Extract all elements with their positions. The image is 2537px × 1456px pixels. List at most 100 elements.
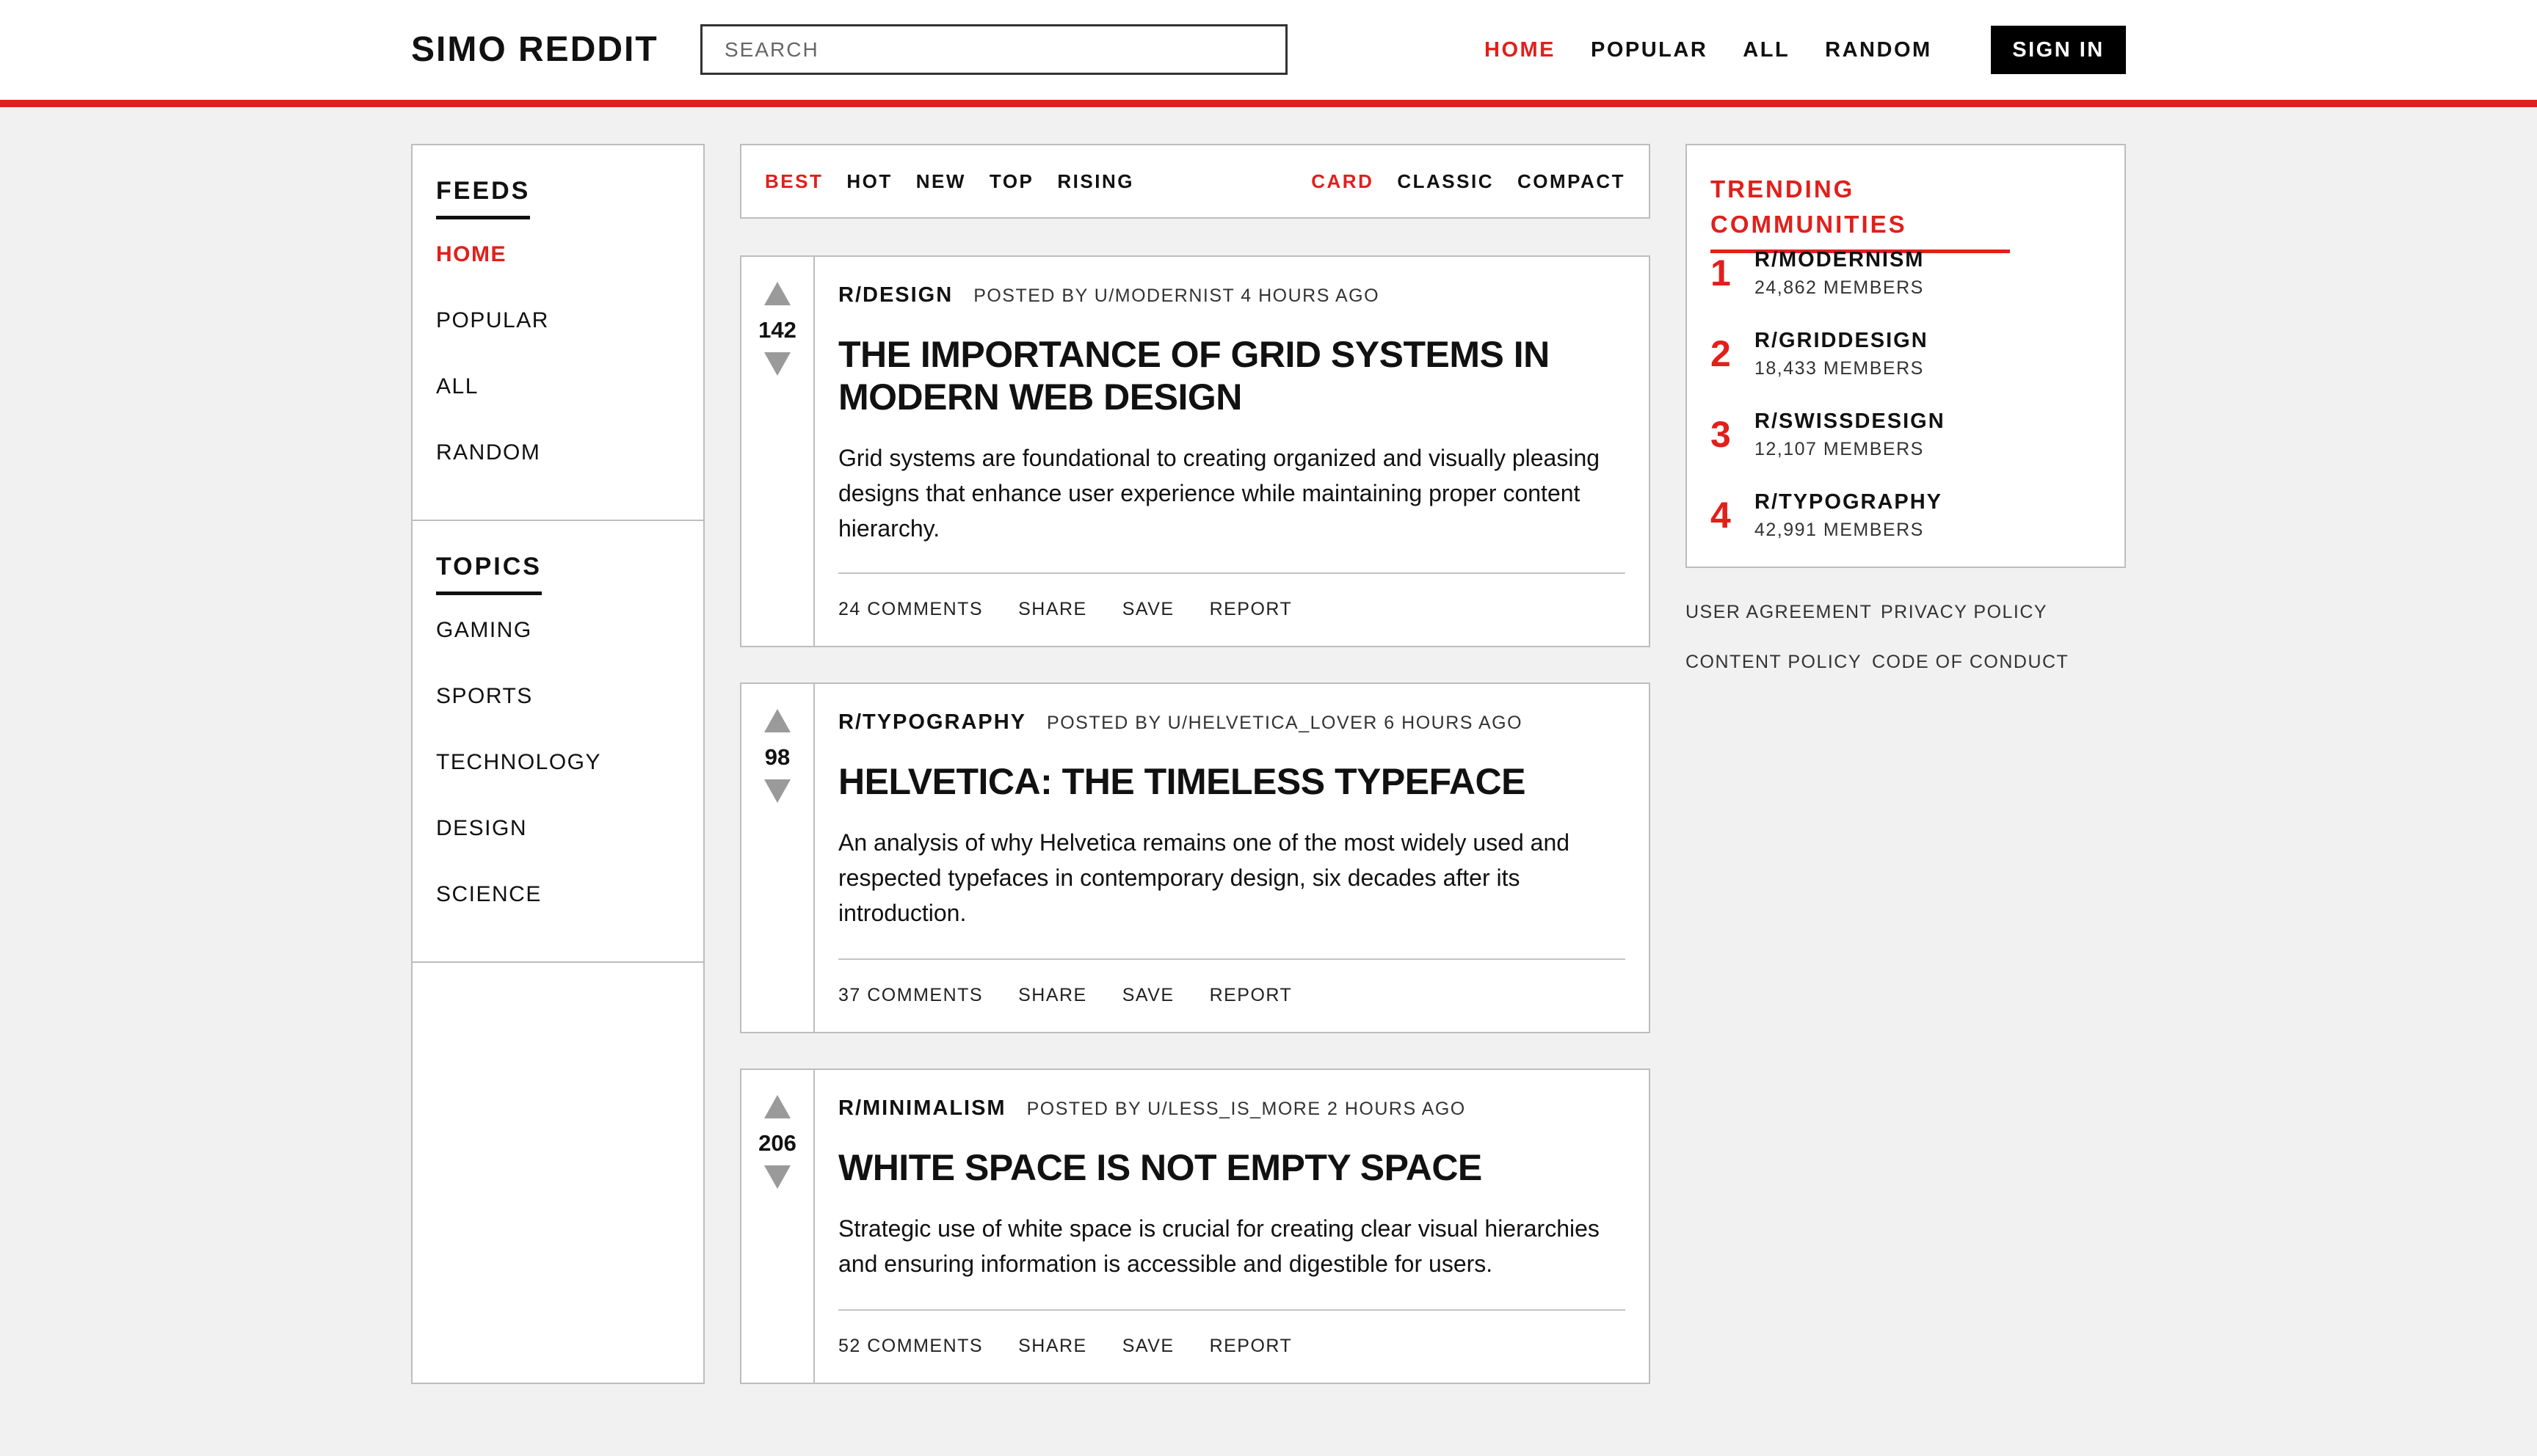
post-body: R/TYPOGRAPHY POSTED BY U/HELVETICA_LOVER… xyxy=(838,684,1625,931)
sort-top[interactable]: TOP xyxy=(990,170,1034,193)
save-link[interactable]: SAVE xyxy=(1122,985,1175,1006)
trending-community-name[interactable]: R/GRIDDESIGN xyxy=(1754,326,1928,355)
downvote-arrow-icon[interactable] xyxy=(764,352,791,376)
footer-link-content-policy[interactable]: CONTENT POLICY xyxy=(1685,652,1862,673)
trending-rank: 1 xyxy=(1710,252,1731,294)
nav-all[interactable]: ALL xyxy=(1743,35,1790,65)
share-link[interactable]: SHARE xyxy=(1018,599,1087,620)
topics-section: TOPICS GAMING SPORTS TECHNOLOGY DESIGN S… xyxy=(413,521,703,963)
post-title[interactable]: THE IMPORTANCE OF GRID SYSTEMS IN MODERN… xyxy=(838,333,1625,418)
trending-rank: 4 xyxy=(1710,495,1731,536)
trending-member-count: 24,862 MEMBERS xyxy=(1754,277,1924,298)
post-card[interactable]: 142 R/DESIGN POSTED BY U/MODERNIST 4 HOU… xyxy=(740,255,1650,647)
vote-score: 206 xyxy=(758,1130,796,1156)
trending-community-name[interactable]: R/SWISSDESIGN xyxy=(1754,407,1945,436)
topics-heading: TOPICS xyxy=(436,550,542,595)
downvote-arrow-icon[interactable] xyxy=(764,779,791,803)
sidebar-item-design[interactable]: DESIGN xyxy=(436,814,703,880)
top-nav: HOME POPULAR ALL RANDOM xyxy=(1484,35,1932,65)
topics-list: GAMING SPORTS TECHNOLOGY DESIGN SCIENCE xyxy=(413,595,703,964)
sign-in-button[interactable]: SIGN IN xyxy=(1991,26,2126,74)
sort-best[interactable]: BEST xyxy=(765,170,823,193)
sidebar-item-popular[interactable]: POPULAR xyxy=(436,306,703,372)
trending-communities-panel: TRENDING COMMUNITIES 1 R/MODERNISM 24,86… xyxy=(1685,144,2126,568)
sort-hot[interactable]: HOT xyxy=(846,170,892,193)
nav-home[interactable]: HOME xyxy=(1484,35,1556,65)
top-header: SIMO REDDIT HOME POPULAR ALL RANDOM SIGN… xyxy=(0,0,2537,107)
save-link[interactable]: SAVE xyxy=(1122,1336,1175,1357)
share-link[interactable]: SHARE xyxy=(1018,985,1087,1006)
comments-link[interactable]: 52 COMMENTS xyxy=(838,1336,983,1357)
feeds-heading: FEEDS xyxy=(436,175,531,219)
post-actions: 37 COMMENTS SHARE SAVE REPORT xyxy=(838,958,1625,1006)
search-input[interactable] xyxy=(700,24,1288,75)
post-meta: R/MINIMALISM POSTED BY U/LESS_IS_MORE 2 … xyxy=(838,1096,1625,1126)
vote-column: 206 xyxy=(741,1070,815,1383)
save-link[interactable]: SAVE xyxy=(1122,599,1175,620)
nav-random[interactable]: RANDOM xyxy=(1825,35,1932,65)
upvote-arrow-icon[interactable] xyxy=(764,282,791,305)
vote-column: 98 xyxy=(741,684,815,1032)
feeds-section: FEEDS HOME POPULAR ALL RANDOM xyxy=(413,145,703,521)
trending-rank: 2 xyxy=(1710,333,1731,374)
post-author-time: POSTED BY U/LESS_IS_MORE 2 HOURS AGO xyxy=(1026,1099,1466,1119)
trending-rank: 3 xyxy=(1710,414,1731,455)
comments-link[interactable]: 37 COMMENTS xyxy=(838,985,983,1006)
trending-community-name[interactable]: R/MODERNISM xyxy=(1754,245,1924,274)
post-meta: R/TYPOGRAPHY POSTED BY U/HELVETICA_LOVER… xyxy=(838,710,1625,740)
sort-new[interactable]: NEW xyxy=(916,170,966,193)
trending-member-count: 18,433 MEMBERS xyxy=(1754,358,1924,379)
feeds-list: HOME POPULAR ALL RANDOM xyxy=(413,219,703,522)
footer-link-code-of-conduct[interactable]: CODE OF CONDUCT xyxy=(1872,652,2069,673)
vote-score: 98 xyxy=(764,744,791,770)
sidebar-item-science[interactable]: SCIENCE xyxy=(436,880,703,946)
post-body: R/DESIGN POSTED BY U/MODERNIST 4 HOURS A… xyxy=(838,257,1625,546)
post-meta: R/DESIGN POSTED BY U/MODERNIST 4 HOURS A… xyxy=(838,283,1625,313)
post-actions: 24 COMMENTS SHARE SAVE REPORT xyxy=(838,572,1625,620)
post-body: R/MINIMALISM POSTED BY U/LESS_IS_MORE 2 … xyxy=(838,1070,1625,1281)
sort-rising[interactable]: RISING xyxy=(1057,170,1134,193)
post-excerpt: Grid systems are foundational to creatin… xyxy=(838,445,1600,542)
nav-popular[interactable]: POPULAR xyxy=(1591,35,1707,65)
report-link[interactable]: REPORT xyxy=(1210,599,1293,620)
downvote-arrow-icon[interactable] xyxy=(764,1165,791,1189)
report-link[interactable]: REPORT xyxy=(1210,985,1293,1006)
trending-member-count: 12,107 MEMBERS xyxy=(1754,439,1924,459)
view-classic[interactable]: CLASSIC xyxy=(1397,170,1494,193)
post-title[interactable]: WHITE SPACE IS NOT EMPTY SPACE xyxy=(838,1146,1625,1189)
post-card[interactable]: 206 R/MINIMALISM POSTED BY U/LESS_IS_MOR… xyxy=(740,1069,1650,1384)
sidebar-item-technology[interactable]: TECHNOLOGY xyxy=(436,748,703,814)
trending-heading: TRENDING COMMUNITIES xyxy=(1710,172,2010,253)
comments-link[interactable]: 24 COMMENTS xyxy=(838,599,983,620)
site-logo[interactable]: SIMO REDDIT xyxy=(411,28,658,72)
sidebar-item-sports[interactable]: SPORTS xyxy=(436,682,703,748)
upvote-arrow-icon[interactable] xyxy=(764,709,791,732)
footer-link-privacy-policy[interactable]: PRIVACY POLICY xyxy=(1881,602,2047,623)
post-card[interactable]: 98 R/TYPOGRAPHY POSTED BY U/HELVETICA_LO… xyxy=(740,682,1650,1033)
sidebar-item-random[interactable]: RANDOM xyxy=(436,438,703,504)
report-link[interactable]: REPORT xyxy=(1210,1336,1293,1357)
view-options: CARD CLASSIC COMPACT xyxy=(1311,145,1649,217)
post-actions: 52 COMMENTS SHARE SAVE REPORT xyxy=(838,1309,1625,1357)
post-community-link[interactable]: R/DESIGN xyxy=(838,283,953,307)
footer-link-user-agreement[interactable]: USER AGREEMENT xyxy=(1685,602,1872,623)
sort-bar: BEST HOT NEW TOP RISING CARD CLASSIC COM… xyxy=(740,144,1650,219)
sidebar-item-gaming[interactable]: GAMING xyxy=(436,616,703,682)
post-excerpt: An analysis of why Helvetica remains one… xyxy=(838,829,1570,926)
post-author-time: POSTED BY U/HELVETICA_LOVER 6 HOURS AGO xyxy=(1047,713,1523,733)
post-author-time: POSTED BY U/MODERNIST 4 HOURS AGO xyxy=(973,285,1380,306)
trending-member-count: 42,991 MEMBERS xyxy=(1754,520,1924,540)
trending-community-name[interactable]: R/TYPOGRAPHY xyxy=(1754,487,1942,517)
sidebar-item-all[interactable]: ALL xyxy=(436,372,703,438)
post-title[interactable]: HELVETICA: THE TIMELESS TYPEFACE xyxy=(838,760,1625,803)
post-community-link[interactable]: R/TYPOGRAPHY xyxy=(838,710,1026,735)
post-community-link[interactable]: R/MINIMALISM xyxy=(838,1096,1006,1121)
upvote-arrow-icon[interactable] xyxy=(764,1095,791,1118)
left-sidebar: FEEDS HOME POPULAR ALL RANDOM TOPICS GAM… xyxy=(411,144,705,1384)
view-compact[interactable]: COMPACT xyxy=(1517,170,1625,193)
sidebar-item-home[interactable]: HOME xyxy=(436,240,703,306)
view-card[interactable]: CARD xyxy=(1311,170,1373,193)
post-excerpt: Strategic use of white space is crucial … xyxy=(838,1215,1600,1277)
vote-column: 142 xyxy=(741,257,815,646)
share-link[interactable]: SHARE xyxy=(1018,1336,1087,1357)
